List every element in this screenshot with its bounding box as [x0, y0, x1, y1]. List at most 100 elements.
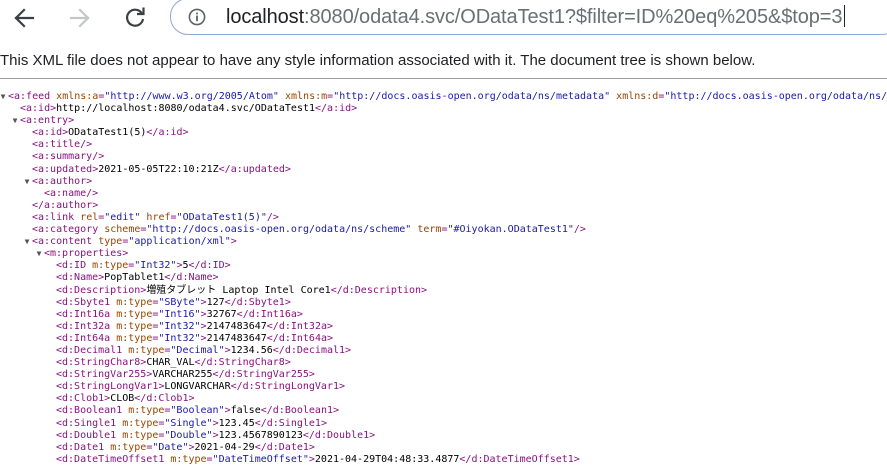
xml-tag: <d:StringLongVar1>	[56, 381, 165, 393]
xml-line: <a:title/>	[0, 139, 887, 151]
xml-text: 増殖タブレット Laptop Intel Core1	[146, 284, 331, 296]
xml-line: <d:ID m:type="Int32">5</d:ID>	[0, 260, 887, 272]
xml-attr-name: m:type	[128, 405, 165, 417]
xml-attr-name: m:type	[110, 441, 147, 453]
xml-line: <a:category scheme="http://docs.oasis-op…	[0, 224, 887, 236]
xml-tag: <d:Description>	[56, 284, 147, 296]
xml-attr-value: "ODataTest1(5)"	[176, 211, 267, 223]
xml-tag: <a:id>	[20, 103, 57, 115]
xml-tag: <a:feed	[8, 91, 57, 102]
xml-tag: <d:Int16a	[56, 308, 117, 320]
xml-attr-value: "Decimal"	[170, 344, 225, 356]
xml-text: http://localhost:8080/odata4.svc/ODataTe…	[56, 103, 316, 115]
xml-tag: </a:author>	[32, 199, 99, 211]
xml-attr-name: m:type	[122, 417, 159, 429]
xml-attr-name: m:type	[170, 453, 207, 465]
xml-text: 2021-04-29	[194, 441, 255, 453]
collapse-triangle-icon[interactable]: ▼	[23, 236, 31, 248]
browser-toolbar: localhost:8080/odata4.svc/ODataTest1?$fi…	[0, 0, 887, 36]
forward-button[interactable]	[62, 0, 98, 36]
xml-text: CHAR_VAL	[146, 357, 195, 369]
xml-tag: <d:Boolean1	[56, 405, 129, 417]
xml-attr-name: m:type	[116, 332, 153, 344]
xml-line: </a:author>	[0, 200, 887, 212]
xml-line: ▼ <a:author>	[0, 176, 887, 188]
xml-tag: <d:Decimal1	[56, 344, 129, 356]
back-button[interactable]	[6, 0, 42, 36]
xml-attr-name: m:type	[116, 320, 153, 332]
xml-tag: <d:DateTimeOffset1	[56, 453, 171, 465]
collapse-triangle-icon[interactable]: ▼	[35, 248, 43, 260]
xml-tag: <m:properties>	[44, 248, 129, 260]
collapse-triangle-icon[interactable]: ▼	[11, 115, 19, 127]
xml-tag: <d:Int32a	[56, 320, 117, 332]
xml-tag: </d:Double1>	[302, 429, 376, 441]
xml-text: VARCHAR255	[152, 369, 213, 381]
xml-tag: />	[266, 211, 279, 223]
xml-line: <d:Int64a m:type="Int32">2147483647</d:I…	[0, 333, 887, 345]
forward-arrow-icon	[69, 8, 90, 28]
xml-attr-name: rel	[80, 211, 99, 223]
xml-text: 127	[206, 296, 225, 308]
xml-tag: </d:Clob1>	[134, 393, 195, 405]
xml-attr-name: m:type	[128, 344, 165, 356]
xml-text: ODataTest1(5)	[68, 127, 147, 139]
url-host: localhost	[226, 6, 305, 28]
xml-text: 123.45	[218, 417, 255, 429]
text-caret	[844, 5, 846, 27]
xml-tag: </d:DateTimeOffset1>	[459, 453, 580, 465]
xml-style-notice: This XML file does not appear to have an…	[0, 52, 756, 69]
xml-attr-name: xmlns:m	[285, 91, 328, 102]
xml-attr-value: "SByte"	[158, 296, 201, 308]
xml-text: 2021-04-29T04:48:33.4877	[314, 453, 460, 465]
xml-line: ▼ <m:properties>	[0, 248, 887, 260]
xml-tag: </d:Int64a>	[266, 332, 334, 344]
url-text[interactable]: localhost:8080/odata4.svc/ODataTest1?$fi…	[226, 4, 846, 30]
xml-tag: </a:id>	[315, 103, 358, 115]
xml-line: <a:id>http://localhost:8080/odata4.svc/O…	[0, 103, 887, 115]
back-arrow-icon	[14, 8, 35, 28]
site-info-icon[interactable]	[188, 8, 206, 26]
xml-line: <d:Double1 m:type="Double">123.456789012…	[0, 430, 887, 442]
xml-line: <a:link rel="edit" href="ODataTest1(5)"/…	[0, 212, 887, 224]
xml-tag: </d:Int32a>	[266, 320, 334, 332]
xml-tag: </d:Sbyte1>	[224, 296, 291, 308]
xml-tag: </d:Single1>	[254, 417, 327, 429]
xml-attr-name: m:type	[116, 308, 153, 320]
xml-line: <d:Decimal1 m:type="Decimal">1234.56</d:…	[0, 345, 887, 357]
xml-line: <d:Clob1>CLOB</d:Clob1>	[0, 393, 887, 405]
xml-tag: <a:category	[32, 224, 105, 236]
collapse-triangle-icon[interactable]: ▼	[0, 91, 7, 103]
xml-attr-value: "Double"	[164, 429, 213, 441]
xml-attr-name: href	[146, 211, 171, 223]
xml-tag: </d:Name>	[164, 272, 219, 284]
xml-attr-name: term	[417, 224, 442, 236]
xml-text: 32767	[206, 308, 237, 320]
xml-attr-name: xmlns:a	[56, 91, 99, 102]
reload-button[interactable]	[117, 0, 153, 36]
xml-attr-value: "Int32"	[158, 332, 201, 344]
xml-tag: </a:updated>	[218, 163, 291, 175]
address-bar[interactable]: localhost:8080/odata4.svc/ODataTest1?$fi…	[170, 0, 887, 35]
xml-line: <a:summary/>	[0, 151, 887, 163]
xml-attr-value: "Boolean"	[170, 405, 225, 417]
collapse-triangle-icon[interactable]: ▼	[23, 176, 31, 188]
xml-tag: </d:ID>	[188, 260, 231, 272]
xml-text: 2147483647	[206, 320, 267, 332]
xml-text: 123.4567890123	[218, 429, 303, 441]
xml-tag: </d:Int16a>	[236, 308, 303, 320]
xml-tag: </d:Date1>	[254, 441, 315, 453]
xml-line: <d:StringVar255>VARCHAR255</d:StringVar2…	[0, 369, 887, 381]
xml-attr-value: "Date"	[152, 441, 189, 453]
xml-tag: <d:Clob1>	[56, 393, 111, 405]
xml-tag: <d:Double1	[56, 429, 123, 441]
xml-document-tree: ▼ <a:feed xmlns:a="http://www.w3.org/2005…	[0, 91, 887, 466]
xml-tag: <a:name/>	[44, 187, 99, 199]
xml-attr-value: "http://docs.oasis-open.org/odata/ns/d	[664, 91, 887, 102]
xml-line: <d:Boolean1 m:type="Boolean">false</d:Bo…	[0, 405, 887, 417]
xml-line: <d:StringLongVar1>LONGVARCHAR</d:StringL…	[0, 381, 887, 393]
xml-tag: <d:Date1	[56, 441, 111, 453]
xml-tag: </d:StringVar255>	[212, 369, 315, 381]
xml-line: <d:StringChar8>CHAR_VAL</d:StringChar8>	[0, 357, 887, 369]
xml-tag: <a:link	[32, 211, 81, 223]
